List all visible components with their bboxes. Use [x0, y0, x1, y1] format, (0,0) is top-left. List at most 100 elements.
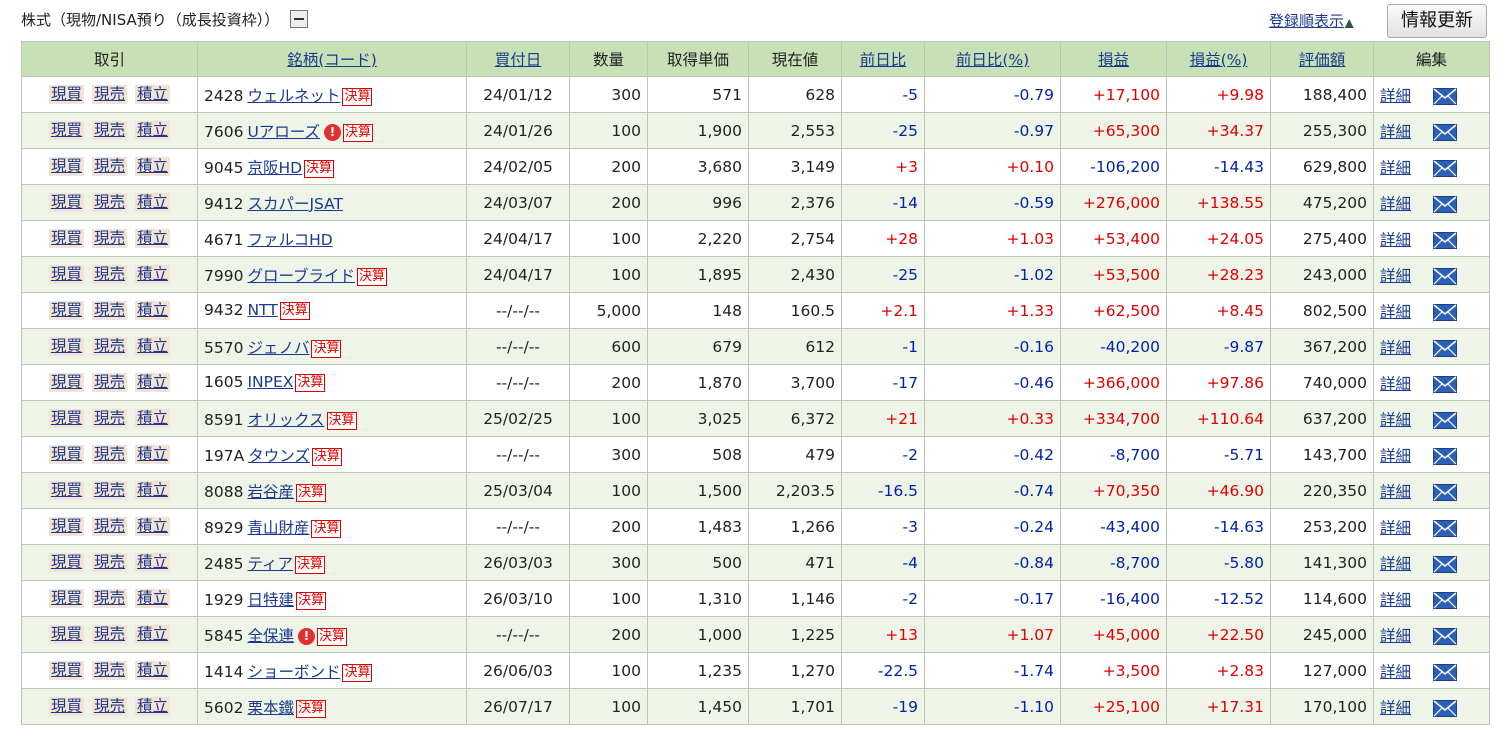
stock-name-link[interactable]: 京阪HD: [247, 159, 302, 177]
detail-link[interactable]: 詳細: [1380, 411, 1411, 429]
col-header-value[interactable]: 評価額: [1270, 41, 1374, 77]
detail-link[interactable]: 詳細: [1380, 555, 1411, 573]
stock-name-link[interactable]: 全保連: [247, 627, 294, 645]
sell-link[interactable]: 現売: [91, 589, 127, 608]
envelope-icon[interactable]: [1433, 159, 1458, 177]
stock-name-link[interactable]: ティア: [247, 555, 293, 573]
buy-link[interactable]: 現買: [48, 157, 84, 176]
exclamation-circle-icon[interactable]: !: [297, 627, 315, 645]
detail-link[interactable]: 詳細: [1380, 195, 1411, 213]
col-header-stock[interactable]: 銘柄(コード): [197, 41, 467, 77]
sell-link[interactable]: 現売: [91, 697, 127, 716]
col-header-pl-pct[interactable]: 損益(%): [1166, 41, 1271, 77]
envelope-icon[interactable]: [1433, 339, 1458, 357]
sell-link[interactable]: 現売: [91, 625, 127, 644]
earnings-badge[interactable]: 決算: [295, 591, 326, 610]
accumulate-link[interactable]: 積立: [135, 229, 171, 248]
envelope-icon[interactable]: [1433, 555, 1458, 573]
detail-link[interactable]: 詳細: [1380, 663, 1411, 681]
earnings-badge[interactable]: 決算: [316, 627, 347, 646]
envelope-icon[interactable]: [1433, 627, 1458, 645]
accumulate-link[interactable]: 積立: [135, 553, 171, 572]
buy-link[interactable]: 現買: [48, 193, 84, 212]
stock-name-link[interactable]: ファルコHD: [247, 231, 332, 249]
earnings-badge[interactable]: 決算: [304, 159, 335, 178]
sell-link[interactable]: 現売: [91, 121, 127, 140]
accumulate-link[interactable]: 積立: [135, 481, 171, 500]
earnings-badge[interactable]: 決算: [343, 123, 374, 142]
accumulate-link[interactable]: 積立: [135, 373, 171, 392]
stock-name-link[interactable]: Uアローズ: [247, 123, 320, 141]
detail-link[interactable]: 詳細: [1380, 519, 1411, 537]
stock-name-link[interactable]: グローブライド: [247, 267, 355, 285]
earnings-badge[interactable]: 決算: [311, 447, 342, 466]
buy-link[interactable]: 現買: [48, 265, 84, 284]
buy-link[interactable]: 現買: [48, 661, 84, 680]
col-header-buy-date[interactable]: 買付日: [466, 41, 570, 77]
col-header-change-pct[interactable]: 前日比(%): [924, 41, 1061, 77]
envelope-icon[interactable]: [1433, 411, 1458, 429]
accumulate-link[interactable]: 積立: [135, 301, 171, 320]
envelope-icon[interactable]: [1433, 591, 1458, 609]
stock-name-link[interactable]: 岩谷産: [247, 483, 294, 501]
stock-name-link[interactable]: 青山財産: [247, 519, 309, 537]
earnings-badge[interactable]: 決算: [295, 374, 326, 392]
stock-name-link[interactable]: ジェノバ: [247, 339, 309, 357]
buy-link[interactable]: 現買: [48, 373, 84, 392]
accumulate-link[interactable]: 積立: [135, 697, 171, 716]
earnings-badge[interactable]: 決算: [295, 555, 326, 574]
detail-link[interactable]: 詳細: [1380, 591, 1411, 609]
sell-link[interactable]: 現売: [91, 337, 127, 356]
earnings-badge[interactable]: 決算: [311, 339, 342, 358]
accumulate-link[interactable]: 積立: [135, 517, 171, 536]
buy-link[interactable]: 現買: [48, 517, 84, 536]
detail-link[interactable]: 詳細: [1380, 339, 1411, 357]
buy-link[interactable]: 現買: [48, 121, 84, 140]
accumulate-link[interactable]: 積立: [135, 589, 171, 608]
detail-link[interactable]: 詳細: [1380, 267, 1411, 285]
accumulate-link[interactable]: 積立: [135, 625, 171, 644]
envelope-icon[interactable]: [1433, 123, 1458, 141]
stock-name-link[interactable]: ショーボンド: [247, 663, 340, 681]
sell-link[interactable]: 現売: [91, 373, 127, 392]
earnings-badge[interactable]: 決算: [326, 411, 357, 430]
sell-link[interactable]: 現売: [91, 661, 127, 680]
buy-link[interactable]: 現買: [48, 481, 84, 500]
detail-link[interactable]: 詳細: [1380, 627, 1411, 645]
accumulate-link[interactable]: 積立: [135, 409, 171, 428]
accumulate-link[interactable]: 積立: [135, 85, 171, 104]
buy-link[interactable]: 現買: [48, 553, 84, 572]
detail-link[interactable]: 詳細: [1380, 303, 1411, 321]
envelope-icon[interactable]: [1433, 483, 1458, 501]
refresh-button[interactable]: 情報更新: [1387, 4, 1487, 38]
stock-name-link[interactable]: INPEX: [247, 373, 293, 391]
envelope-icon[interactable]: [1433, 663, 1458, 681]
col-header-pl[interactable]: 損益: [1060, 41, 1167, 77]
sell-link[interactable]: 現売: [91, 301, 127, 320]
detail-link[interactable]: 詳細: [1380, 231, 1411, 249]
envelope-icon[interactable]: [1433, 375, 1458, 393]
buy-link[interactable]: 現買: [48, 445, 84, 464]
earnings-badge[interactable]: 決算: [357, 267, 388, 286]
sell-link[interactable]: 現売: [91, 265, 127, 284]
detail-link[interactable]: 詳細: [1380, 447, 1411, 465]
envelope-icon[interactable]: [1433, 267, 1458, 285]
exclamation-circle-icon[interactable]: !: [324, 123, 342, 141]
buy-link[interactable]: 現買: [48, 85, 84, 104]
buy-link[interactable]: 現買: [48, 409, 84, 428]
detail-link[interactable]: 詳細: [1380, 483, 1411, 501]
col-header-change[interactable]: 前日比: [841, 41, 925, 77]
envelope-icon[interactable]: [1433, 231, 1458, 249]
earnings-badge[interactable]: 決算: [279, 302, 310, 320]
sell-link[interactable]: 現売: [91, 157, 127, 176]
detail-link[interactable]: 詳細: [1380, 87, 1411, 105]
envelope-icon[interactable]: [1433, 87, 1458, 105]
accumulate-link[interactable]: 積立: [135, 265, 171, 284]
earnings-badge[interactable]: 決算: [342, 87, 373, 106]
envelope-icon[interactable]: [1433, 699, 1458, 717]
stock-name-link[interactable]: オリックス: [247, 411, 324, 429]
sell-link[interactable]: 現売: [91, 553, 127, 572]
earnings-badge[interactable]: 決算: [311, 519, 342, 538]
envelope-icon[interactable]: [1433, 195, 1458, 213]
buy-link[interactable]: 現買: [48, 625, 84, 644]
